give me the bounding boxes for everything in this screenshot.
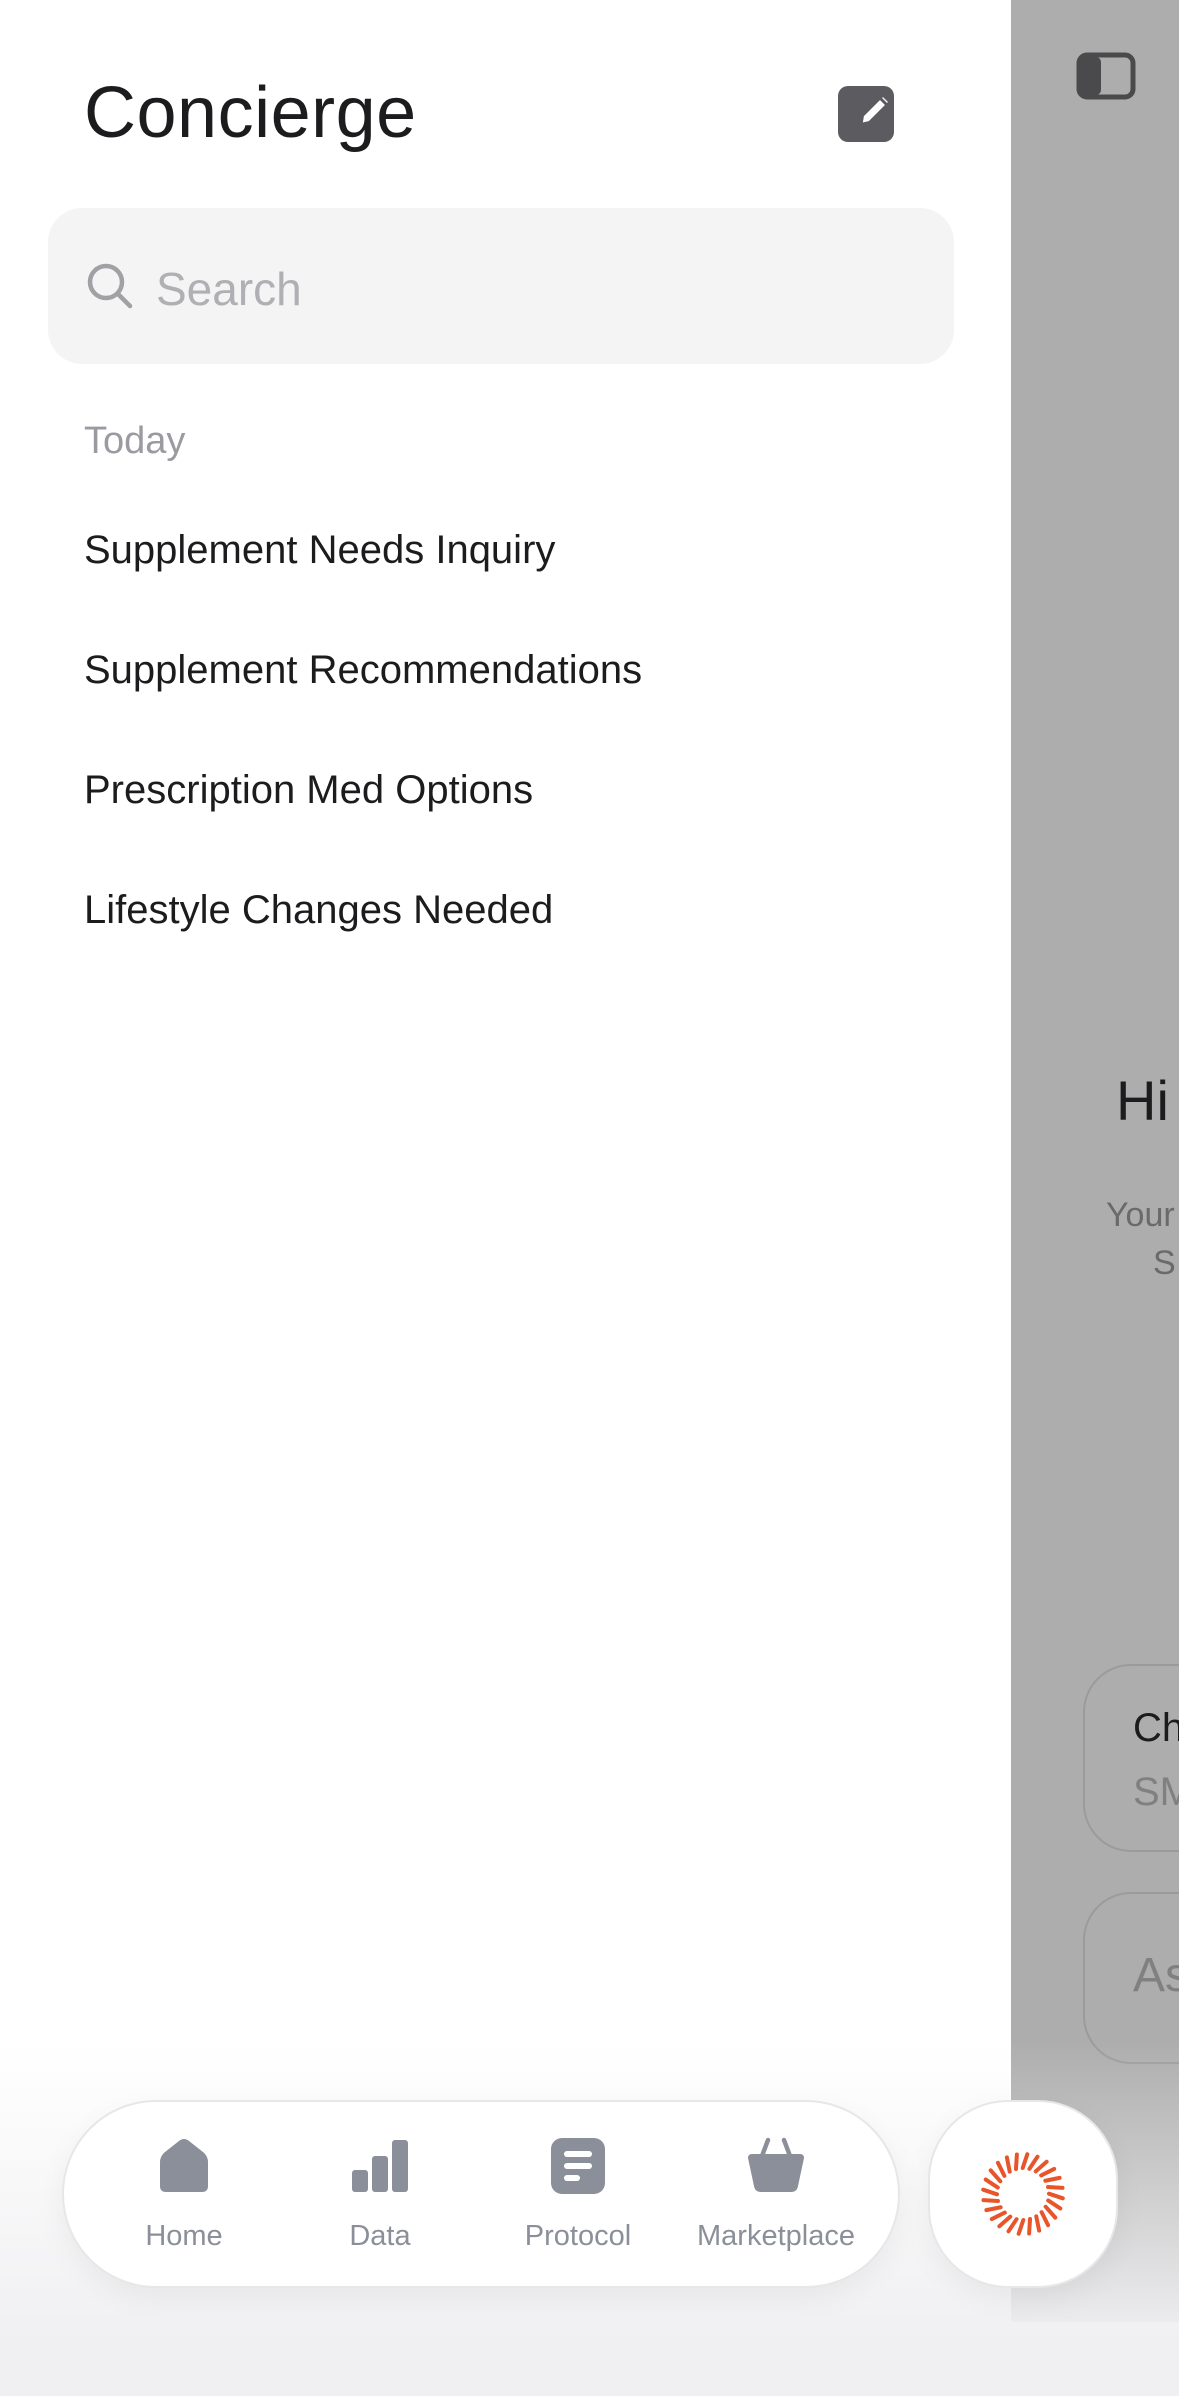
ask-input[interactable]: As	[1083, 1892, 1179, 2064]
greeting-text: Hi	[1116, 1069, 1169, 1132]
document-icon	[551, 2138, 605, 2194]
concierge-fab[interactable]	[928, 2100, 1118, 2288]
chat-history-item[interactable]: Supplement Recommendations	[84, 648, 642, 693]
tab-home[interactable]: Home	[86, 2102, 282, 2290]
suggestion-card-title: Ch	[1133, 1706, 1179, 1750]
tab-protocol[interactable]: Protocol	[480, 2102, 676, 2290]
sidebar-toggle-icon[interactable]	[1076, 52, 1136, 100]
basket-icon	[748, 2137, 804, 2192]
bar-chart-icon	[352, 2140, 408, 2192]
chat-history-item[interactable]: Lifestyle Changes Needed	[84, 888, 553, 933]
drawer-title: Concierge	[84, 73, 417, 153]
chat-history-item[interactable]: Supplement Needs Inquiry	[84, 528, 555, 573]
tab-home-label: Home	[145, 2220, 223, 2252]
search-field[interactable]: Search	[48, 208, 954, 364]
compose-icon[interactable]	[836, 82, 900, 146]
main-content-dimmed[interactable]: Hi Your S Ch SM As	[1011, 0, 1179, 2322]
sunburst-icon	[981, 2152, 1065, 2236]
chat-history-item[interactable]: Prescription Med Options	[84, 768, 533, 813]
tab-protocol-label: Protocol	[524, 2220, 632, 2252]
bottom-tab-bar: Home Data Protocol Marketplace	[62, 2100, 900, 2288]
concierge-drawer: Concierge Search Today Supplement Needs …	[0, 0, 1011, 2396]
suggestion-card-subtitle: SM	[1133, 1770, 1179, 1814]
ask-input-placeholder: As	[1133, 1949, 1179, 2002]
tab-data-label: Data	[349, 2220, 411, 2252]
home-icon	[160, 2139, 208, 2192]
search-placeholder: Search	[156, 263, 302, 315]
greeting-subtitle-line2: S	[1153, 1244, 1176, 1282]
greeting-subtitle-line1: Your	[1106, 1196, 1175, 1234]
tab-marketplace[interactable]: Marketplace	[678, 2102, 874, 2290]
suggestion-card[interactable]: Ch SM	[1083, 1664, 1179, 1852]
section-header-today: Today	[84, 420, 186, 462]
search-icon	[87, 263, 133, 309]
tab-marketplace-label: Marketplace	[697, 2220, 855, 2252]
tab-data[interactable]: Data	[282, 2102, 478, 2290]
